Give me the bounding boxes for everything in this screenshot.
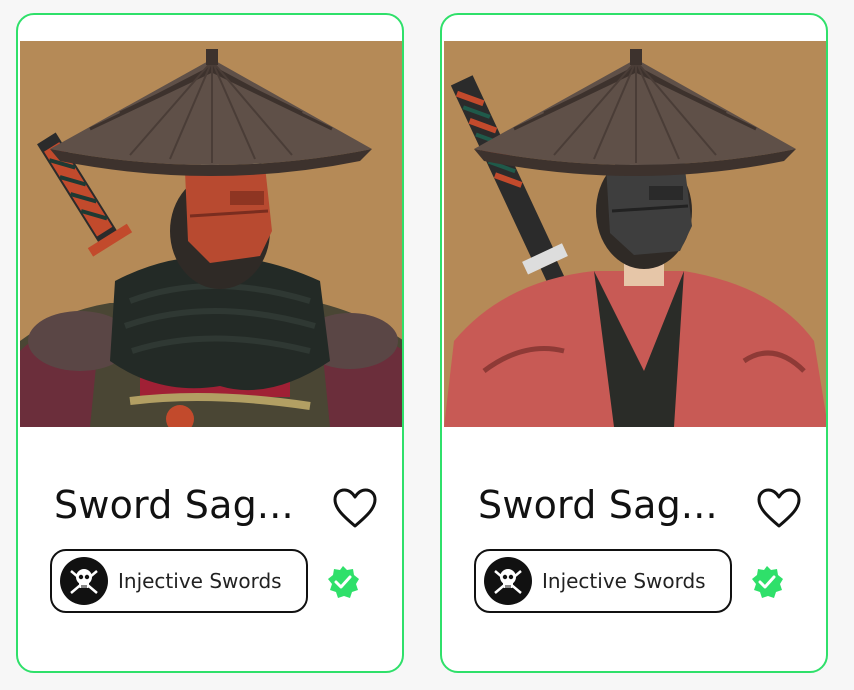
- collection-link[interactable]: Injective Swords: [50, 549, 308, 613]
- nft-title[interactable]: Sword Sag...: [54, 483, 294, 527]
- nft-card[interactable]: Sword Sag... Injective Swords: [16, 13, 404, 673]
- collection-name: Injective Swords: [118, 569, 282, 593]
- nft-title[interactable]: Sword Sag...: [478, 483, 718, 527]
- nft-artwork[interactable]: [444, 41, 826, 427]
- heart-outline-icon[interactable]: [756, 487, 802, 529]
- collection-name: Injective Swords: [542, 569, 706, 593]
- verified-badge-icon: [328, 566, 359, 598]
- nft-card[interactable]: Sword Sag... Injective Swords: [440, 13, 828, 673]
- skull-crossed-swords-icon: [70, 569, 98, 594]
- heart-outline-icon[interactable]: [332, 487, 378, 529]
- nft-artwork[interactable]: [20, 41, 402, 427]
- verified-badge-icon: [752, 566, 783, 598]
- samurai-black-mask-image: [444, 41, 826, 427]
- skull-crossed-swords-icon: [494, 569, 522, 594]
- collection-avatar: [60, 557, 108, 605]
- collection-link[interactable]: Injective Swords: [474, 549, 732, 613]
- samurai-red-mask-image: [20, 41, 402, 427]
- collection-avatar: [484, 557, 532, 605]
